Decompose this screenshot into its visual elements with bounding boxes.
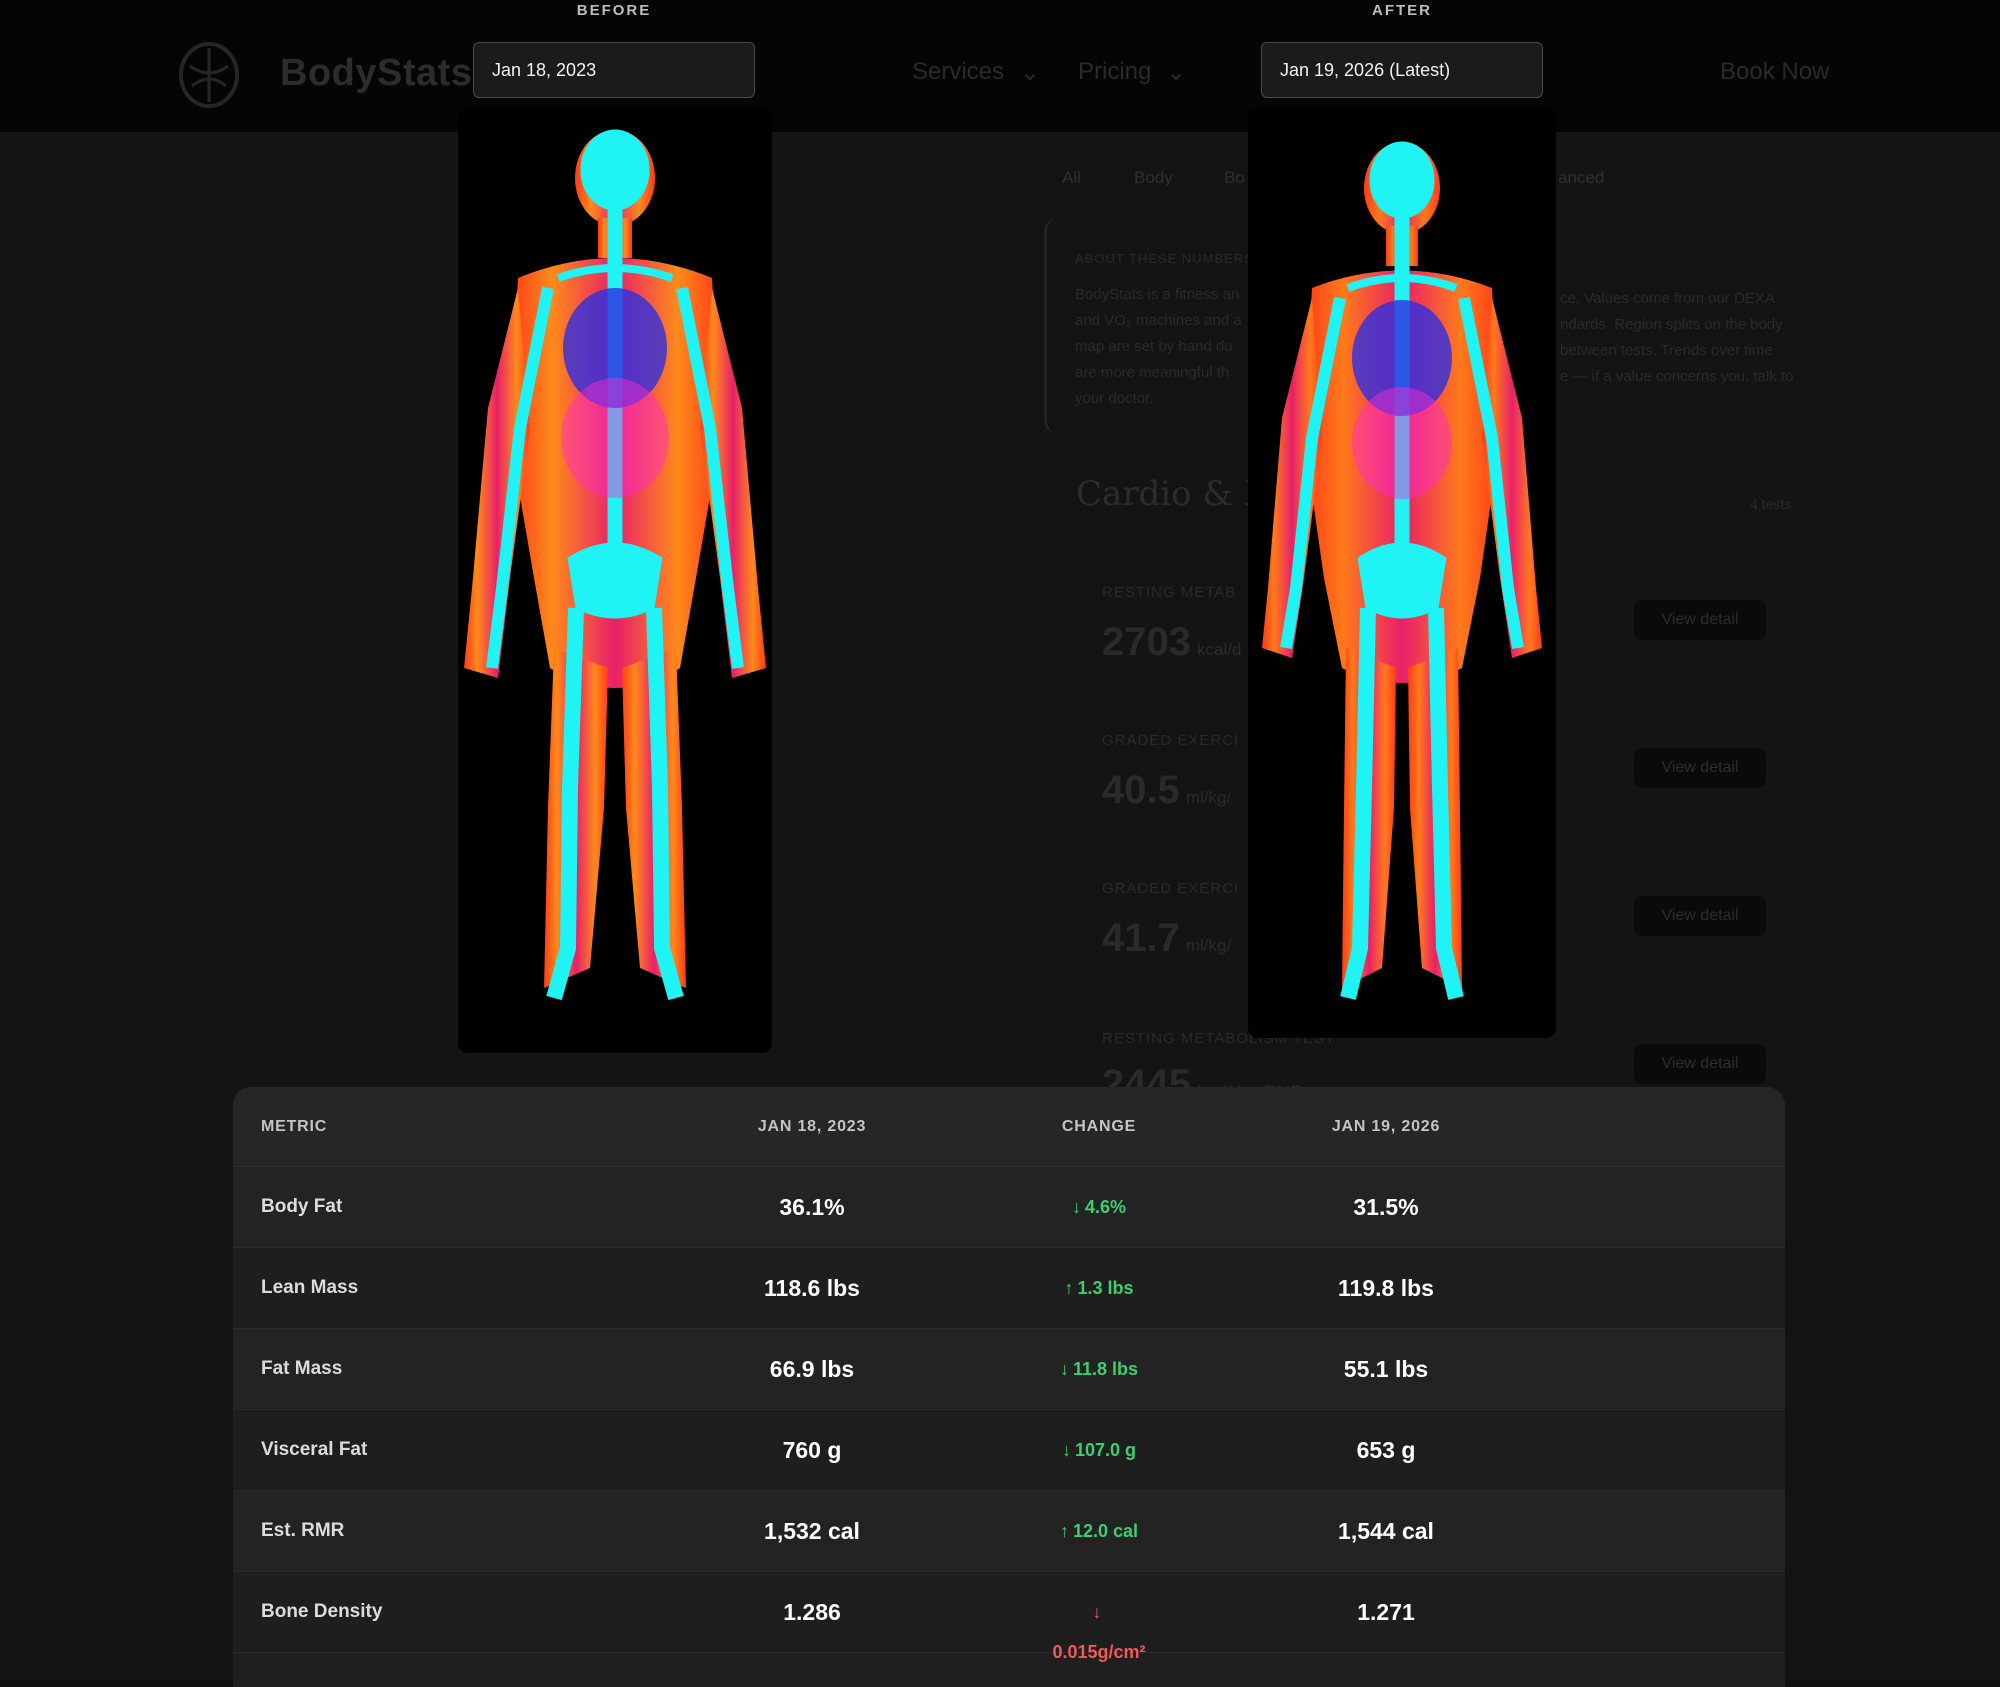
table-row: Lean Mass 118.6 lbs ↑1.3 lbs 119.8 lbs xyxy=(233,1248,1785,1329)
metric-name: Visceral Fat xyxy=(261,1410,367,1490)
view-detail-button[interactable]: View detail xyxy=(1634,896,1766,936)
before-value: 36.1% xyxy=(682,1167,942,1247)
metric-name: Fat Mass xyxy=(261,1329,342,1409)
nav-book-now[interactable]: Book Now xyxy=(1720,58,1829,86)
table-header: METRIC JAN 18, 2023 CHANGE JAN 19, 2026 xyxy=(233,1087,1785,1167)
about-line: e — if a value concerns you, talk to xyxy=(1560,364,1793,390)
brand-logo-icon xyxy=(178,42,240,108)
arrow-up-icon: ↑ xyxy=(1064,1248,1073,1328)
filter-bone[interactable]: Bo xyxy=(1224,168,1245,188)
table-row: Body Fat 36.1% ↓4.6% 31.5% xyxy=(233,1167,1785,1248)
about-line: between tests. Trends over time xyxy=(1560,338,1793,364)
arrow-down-icon: ↓ xyxy=(1062,1410,1071,1490)
change-value: ↓11.8 lbs xyxy=(969,1329,1229,1409)
before-value: 1,532 cal xyxy=(682,1491,942,1571)
about-text-right: ce. Values come from our DEXA ndards. Re… xyxy=(1560,286,1793,390)
after-value: 55.1 lbs xyxy=(1256,1329,1516,1409)
comparison-table: METRIC JAN 18, 2023 CHANGE JAN 19, 2026 … xyxy=(233,1087,1785,1687)
table-row: Est. RMR 1,532 cal ↑12.0 cal 1,544 cal xyxy=(233,1491,1785,1572)
nav-pricing-chevron-icon: ⌄ xyxy=(1166,58,1186,87)
change-amount: 12.0 cal xyxy=(1073,1521,1138,1541)
change-amount: 0.015g/cm² xyxy=(1052,1642,1145,1662)
before-value: 1.286 xyxy=(682,1572,942,1652)
metric-name: Body Fat xyxy=(261,1167,342,1247)
change-amount: 107.0 g xyxy=(1075,1440,1136,1460)
metric-name: Est. RMR xyxy=(261,1491,344,1571)
arrow-down-icon: ↓ xyxy=(1093,1592,1102,1632)
card-unit: ml/kg/ xyxy=(1186,788,1231,807)
change-value: ↓107.0 g xyxy=(969,1410,1229,1490)
card-unit: kcal/d xyxy=(1197,640,1241,659)
card-value: 40.5 ml/kg/ xyxy=(1102,768,1231,813)
after-value: 1,544 cal xyxy=(1256,1491,1516,1571)
card-value: 2703 kcal/d xyxy=(1102,620,1241,665)
view-detail-button[interactable]: View detail xyxy=(1634,748,1766,788)
change-value: ↓4.6% xyxy=(969,1167,1229,1247)
before-value: 118.6 lbs xyxy=(682,1248,942,1328)
card-number: 41.7 xyxy=(1102,916,1180,960)
after-value: 31.5% xyxy=(1256,1167,1516,1247)
table-row: Fat Mass 66.9 lbs ↓11.8 lbs 55.1 lbs xyxy=(233,1329,1785,1410)
card-label: GRADED EXERCI xyxy=(1102,732,1239,749)
site-header: BodyStats Services ⌄ Pricing ⌄ ations Bo… xyxy=(0,0,2000,132)
before-value: 760 g xyxy=(682,1410,942,1490)
after-value: 653 g xyxy=(1256,1410,1516,1490)
arrow-up-icon: ↑ xyxy=(1060,1491,1069,1571)
after-value: 1.271 xyxy=(1256,1572,1516,1652)
metric-name: Lean Mass xyxy=(261,1248,358,1328)
section-count: 4 tests xyxy=(1750,496,1791,512)
metric-name: Bone Density xyxy=(261,1572,382,1652)
arrow-down-icon: ↓ xyxy=(1072,1167,1081,1247)
change-amount: 1.3 lbs xyxy=(1077,1278,1133,1298)
change-value: ↓ 0.015g/cm² xyxy=(969,1572,1229,1672)
arrow-down-icon: ↓ xyxy=(1060,1329,1069,1409)
before-date-select[interactable]: Jan 18, 2023 xyxy=(473,42,755,98)
filter-body[interactable]: Body xyxy=(1134,168,1173,188)
change-value: ↑12.0 cal xyxy=(969,1491,1229,1571)
filter-advanced[interactable]: anced xyxy=(1558,168,1604,188)
card-number: 40.5 xyxy=(1102,768,1180,812)
nav-pricing[interactable]: Pricing xyxy=(1078,58,1151,86)
after-scan-image xyxy=(1248,108,1556,1038)
card-value: 41.7 ml/kg/ xyxy=(1102,916,1231,961)
nav-services-chevron-icon: ⌄ xyxy=(1020,58,1040,87)
table-row: Visceral Fat 760 g ↓107.0 g 653 g xyxy=(233,1410,1785,1491)
about-line: ce. Values come from our DEXA xyxy=(1560,286,1793,312)
after-dexa-body-image xyxy=(1248,108,1556,1038)
change-amount: 4.6% xyxy=(1085,1197,1126,1217)
card-label: GRADED EXERCI xyxy=(1102,880,1239,897)
after-label: AFTER xyxy=(1261,2,1543,19)
nav-services[interactable]: Services xyxy=(912,58,1004,86)
brand-name[interactable]: BodyStats xyxy=(280,52,472,95)
card-label: RESTING METAB xyxy=(1102,584,1236,601)
header-change: CHANGE xyxy=(969,1087,1229,1167)
table-row: Bone Density1.286↓0.015g/cm²1.271 xyxy=(233,1572,1785,1653)
header-after-date: JAN 19, 2026 xyxy=(1256,1087,1516,1167)
change-value: ↑1.3 lbs xyxy=(969,1248,1229,1328)
header-before-date: JAN 18, 2023 xyxy=(682,1087,942,1167)
card-unit: ml/kg/ xyxy=(1186,936,1231,955)
before-label: BEFORE xyxy=(473,2,755,19)
change-amount: 11.8 lbs xyxy=(1073,1359,1138,1379)
after-value: 119.8 lbs xyxy=(1256,1248,1516,1328)
after-date-select[interactable]: Jan 19, 2026 (Latest) xyxy=(1261,42,1543,98)
header-metric: METRIC xyxy=(261,1087,327,1167)
table-body: Body Fat36.1%↓4.6%31.5%Lean Mass118.6 lb… xyxy=(233,1167,1785,1653)
before-value: 66.9 lbs xyxy=(682,1329,942,1409)
view-detail-button[interactable]: View detail xyxy=(1634,600,1766,640)
view-detail-button[interactable]: View detail xyxy=(1634,1044,1766,1084)
before-dexa-body-image xyxy=(458,108,772,1053)
filter-all[interactable]: All xyxy=(1062,168,1081,188)
about-line: ndards. Region splits on the body xyxy=(1560,312,1793,338)
before-scan-image xyxy=(458,108,772,1053)
card-number: 2703 xyxy=(1102,620,1191,664)
